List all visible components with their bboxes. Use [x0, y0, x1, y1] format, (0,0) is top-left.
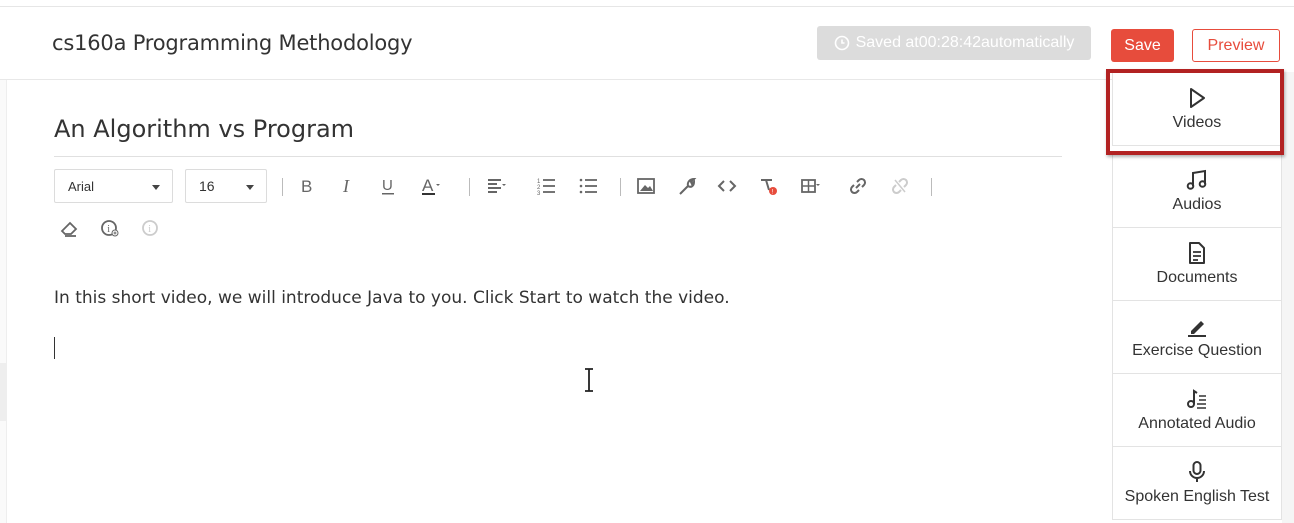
code-icon[interactable]: [714, 173, 740, 199]
preview-button[interactable]: Preview: [1192, 29, 1280, 62]
left-rail-segment: [0, 363, 6, 421]
sidebar-item-label: Documents: [1156, 269, 1238, 286]
chevron-down-icon: [152, 185, 160, 190]
svg-text:A: A: [422, 176, 434, 195]
sidebar-item-label: Audios: [1172, 196, 1222, 213]
sidebar-item-label: Spoken English Test: [1124, 488, 1270, 505]
unordered-list-icon[interactable]: [575, 173, 601, 199]
highlight-box: [1106, 69, 1284, 155]
sidebar-item-audios[interactable]: Audios: [1112, 154, 1282, 228]
clock-icon: [834, 35, 849, 51]
svg-text:I: I: [342, 176, 350, 196]
toolbar-divider: [620, 178, 621, 196]
svg-text:B: B: [301, 177, 312, 196]
font-color-icon[interactable]: A: [418, 173, 444, 199]
lesson-title-input[interactable]: An Algorithm vs Program: [54, 115, 354, 143]
ibeam-cursor-icon: [585, 368, 593, 392]
annotated-audio-icon: [1187, 389, 1206, 409]
sidebar-item-documents[interactable]: Documents: [1112, 227, 1282, 301]
save-button[interactable]: Save: [1111, 29, 1174, 62]
underline-icon[interactable]: U: [375, 173, 401, 199]
music-note-icon: [1186, 169, 1207, 190]
table-icon[interactable]: [798, 173, 824, 199]
pencil-icon: [1188, 321, 1206, 337]
font-family-select[interactable]: Arial: [54, 169, 173, 203]
sidebar-item-label: Annotated Audio: [1138, 415, 1256, 432]
align-icon[interactable]: [484, 173, 510, 199]
sidebar-item-annotated-audio[interactable]: Annotated Audio: [1112, 373, 1282, 447]
tool-icon[interactable]: [674, 173, 700, 199]
info-icon[interactable]: i: [138, 215, 164, 241]
toolbar-divider: [469, 178, 470, 196]
text-cursor: [54, 337, 55, 359]
editor-body-text[interactable]: In this short video, we will introduce J…: [54, 288, 730, 308]
info-add-icon[interactable]: i: [97, 215, 123, 241]
left-rail: [0, 80, 7, 523]
font-family-value: Arial: [68, 178, 95, 194]
chevron-down-icon: [246, 185, 254, 190]
microphone-icon: [1189, 461, 1205, 482]
svg-text:i: i: [148, 224, 151, 235]
toolbar-divider: [282, 178, 283, 196]
svg-text:U: U: [382, 177, 393, 194]
document-icon: [1189, 242, 1205, 264]
saved-status-badge: Saved at00:28:42automatically: [817, 26, 1091, 60]
ordered-list-icon[interactable]: 123: [533, 173, 559, 199]
editor-header: cs160a Programming Methodology Saved at0…: [0, 7, 1294, 80]
font-size-select[interactable]: 16: [185, 169, 267, 203]
italic-icon[interactable]: I: [334, 173, 360, 199]
svg-text:i: i: [107, 224, 110, 235]
eraser-icon[interactable]: [56, 215, 82, 241]
font-size-value: 16: [199, 178, 215, 194]
title-underline: [54, 156, 1062, 157]
svg-text:3: 3: [537, 191, 541, 196]
unlink-icon[interactable]: [887, 173, 913, 199]
toolbar-divider: [931, 178, 932, 196]
sidebar-item-exercise-question[interactable]: Exercise Question: [1112, 300, 1282, 374]
course-title: cs160a Programming Methodology: [52, 31, 413, 55]
bold-icon[interactable]: B: [294, 173, 320, 199]
saved-status-text: Saved at00:28:42automatically: [855, 34, 1075, 51]
link-icon[interactable]: [845, 173, 871, 199]
sidebar-item-spoken-english-test[interactable]: Spoken English Test: [1112, 446, 1282, 520]
sidebar-item-label: Exercise Question: [1132, 342, 1262, 359]
editor-toolbar: Arial 16 B I U A 123 ! i i: [54, 168, 954, 248]
image-icon[interactable]: [633, 173, 659, 199]
clear-format-icon[interactable]: !: [755, 173, 781, 199]
